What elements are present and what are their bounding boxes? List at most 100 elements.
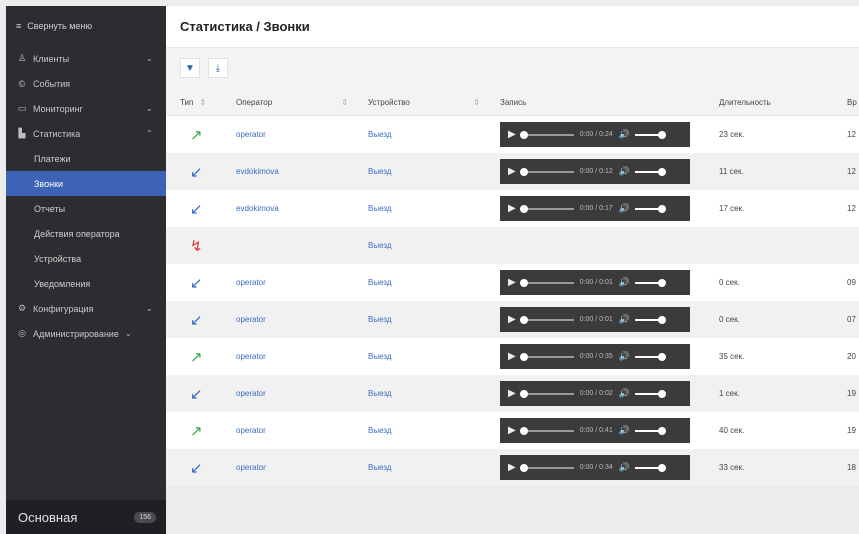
column-header-operator[interactable]: Оператор ⇕ [236,88,348,116]
operator-link[interactable]: operator [236,130,266,139]
play-icon[interactable]: ▶ [508,314,516,325]
operator-link[interactable]: operator [236,463,266,472]
volume-slider[interactable] [635,167,667,176]
volume-slider[interactable] [635,204,667,213]
sidebar-item-administration[interactable]: ◎ Администрирование ⌄ [6,321,166,346]
operator-link[interactable]: evdokimova [236,204,279,213]
incoming-call-icon: ↙ [190,163,203,181]
seek-slider[interactable] [519,389,574,398]
audio-player[interactable]: ▶ 0:00 / 0:17 🔊 [500,196,690,221]
seek-slider[interactable] [519,352,574,361]
play-icon[interactable]: ▶ [508,129,516,140]
volume-slider[interactable] [635,389,667,398]
audio-player[interactable]: ▶ 0:00 / 0:01 🔊 [500,307,690,332]
volume-icon[interactable]: 🔊 [619,314,630,325]
operator-link[interactable]: operator [236,389,266,398]
operator-link[interactable]: operator [236,352,266,361]
device-link[interactable]: Выезд [368,389,392,398]
table-row[interactable]: ↙ operator Выезд ▶ 0:00 / 0:01 🔊 0 сек. 09 [166,264,859,301]
volume-slider[interactable] [635,278,667,287]
table-row[interactable]: ↙ evdokimova Выезд ▶ 0:00 / 0:17 🔊 17 сек.… [166,190,859,227]
call-type-cell: ↯ [190,227,203,264]
volume-slider[interactable] [635,315,667,324]
sidebar-item-monitoring[interactable]: ▭ Мониторинг ⌄ [6,96,166,121]
audio-player[interactable]: ▶ 0:00 / 0:02 🔊 [500,381,690,406]
play-icon[interactable]: ▶ [508,462,516,473]
play-icon[interactable]: ▶ [508,277,516,288]
device-link[interactable]: Выезд [368,204,392,213]
audio-player[interactable]: ▶ 0:00 / 0:34 🔊 [500,455,690,480]
download-button[interactable]: ⤓ [208,58,228,78]
filter-button[interactable]: ▼ [180,58,200,78]
incoming-call-icon: ↙ [190,274,203,292]
table-row[interactable]: ↙ operator Выезд ▶ 0:00 / 0:01 🔊 0 сек. 07 [166,301,859,338]
play-icon[interactable]: ▶ [508,203,516,214]
device-link[interactable]: Выезд [368,352,392,361]
device-link[interactable]: Выезд [368,315,392,324]
sidebar-item-configuration[interactable]: ⚙ Конфигурация ⌄ [6,296,166,321]
collapse-menu-label: Свернуть меню [27,21,93,31]
table-row[interactable]: ↗ operator Выезд ▶ 0:00 / 0:35 🔊 35 сек. 20 [166,338,859,375]
device-link[interactable]: Выезд [368,130,392,139]
volume-slider[interactable] [635,130,667,139]
seek-slider[interactable] [519,426,574,435]
volume-icon[interactable]: 🔊 [619,277,630,288]
volume-slider[interactable] [635,426,667,435]
play-icon[interactable]: ▶ [508,425,516,436]
volume-icon[interactable]: 🔊 [619,351,630,362]
sidebar-item-statistics[interactable]: ▙ Статистика ⌃ [6,121,166,146]
volume-slider[interactable] [635,352,667,361]
device-link[interactable]: Выезд [368,241,392,250]
sidebar-subitem-calls[interactable]: Звонки [6,171,166,196]
operator-link[interactable]: operator [236,315,266,324]
volume-icon[interactable]: 🔊 [619,462,630,473]
seek-slider[interactable] [519,463,574,472]
device-link[interactable]: Выезд [368,463,392,472]
sidebar-subitem-operator-actions[interactable]: Действия оператора [6,221,166,246]
device-link[interactable]: Выезд [368,278,392,287]
account-switcher[interactable]: Основная 156 [6,500,166,534]
table-row[interactable]: ↙ operator Выезд ▶ 0:00 / 0:34 🔊 33 сек. 18 [166,449,859,486]
seek-slider[interactable] [519,315,574,324]
volume-icon[interactable]: 🔊 [619,425,630,436]
device-cell: Выезд [368,412,392,449]
operator-cell: operator [236,116,266,153]
table-row[interactable]: ↯ Выезд [166,227,859,264]
table-row[interactable]: ↙ operator Выезд ▶ 0:00 / 0:02 🔊 1 сек. 19 [166,375,859,412]
audio-player[interactable]: ▶ 0:00 / 0:01 🔊 [500,270,690,295]
device-link[interactable]: Выезд [368,167,392,176]
sort-icon: ⇕ [199,97,207,107]
audio-player[interactable]: ▶ 0:00 / 0:24 🔊 [500,122,690,147]
audio-player[interactable]: ▶ 0:00 / 0:35 🔊 [500,344,690,369]
audio-player[interactable]: ▶ 0:00 / 0:12 🔊 [500,159,690,184]
sidebar-subitem-payments[interactable]: Платежи [6,146,166,171]
seek-slider[interactable] [519,167,574,176]
play-icon[interactable]: ▶ [508,351,516,362]
table-row[interactable]: ↙ evdokimova Выезд ▶ 0:00 / 0:12 🔊 11 сек.… [166,153,859,190]
audio-player[interactable]: ▶ 0:00 / 0:41 🔊 [500,418,690,443]
table-row[interactable]: ↗ operator Выезд ▶ 0:00 / 0:41 🔊 40 сек. 19 [166,412,859,449]
sidebar-subitem-devices[interactable]: Устройства [6,246,166,271]
operator-link[interactable]: evdokimova [236,167,279,176]
seek-slider[interactable] [519,278,574,287]
sidebar-item-events[interactable]: © События [6,71,166,96]
sidebar-item-clients[interactable]: ♙ Клиенты ⌄ [6,46,166,71]
volume-icon[interactable]: 🔊 [619,203,630,214]
seek-slider[interactable] [519,204,574,213]
operator-link[interactable]: operator [236,426,266,435]
volume-slider[interactable] [635,463,667,472]
collapse-menu-button[interactable]: ≡ Свернуть меню [6,6,166,46]
volume-icon[interactable]: 🔊 [619,388,630,399]
play-icon[interactable]: ▶ [508,166,516,177]
column-header-device[interactable]: Устройство ⇕ [368,88,480,116]
column-header-type[interactable]: Тип ⇕ [180,88,206,116]
device-link[interactable]: Выезд [368,426,392,435]
volume-icon[interactable]: 🔊 [619,129,630,140]
table-row[interactable]: ↗ operator Выезд ▶ 0:00 / 0:24 🔊 23 сек. 12 [166,116,859,153]
seek-slider[interactable] [519,130,574,139]
operator-link[interactable]: operator [236,278,266,287]
play-icon[interactable]: ▶ [508,388,516,399]
volume-icon[interactable]: 🔊 [619,166,630,177]
sidebar-subitem-reports[interactable]: Отчеты [6,196,166,221]
sidebar-subitem-notifications[interactable]: Уведомления [6,271,166,296]
